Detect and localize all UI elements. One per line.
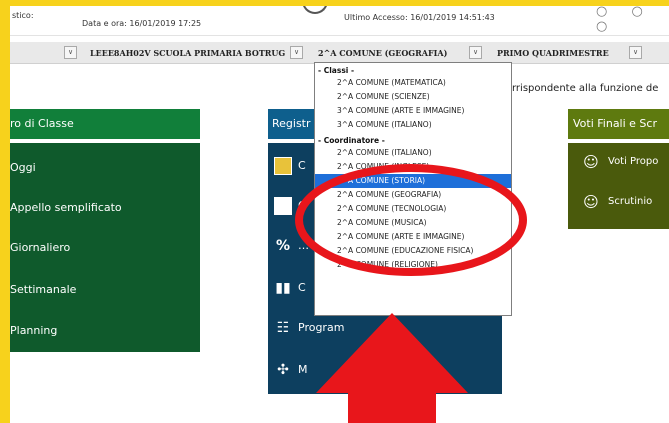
toolbar-icons[interactable]: ○ ○ ○	[596, 4, 669, 34]
dropdown-option-selected[interactable]: 2^A COMUNE (STORIA)	[315, 174, 511, 188]
dropdown-option[interactable]: 2^A COMUNE (SCIENZE)	[315, 90, 511, 104]
menu-item-scrutinio[interactable]: Scrutinio	[608, 196, 652, 207]
chevron-down-icon[interactable]: ∨	[64, 46, 77, 59]
program-tree-icon: ☷	[276, 320, 290, 336]
dropdown-option[interactable]: 2^A COMUNE (INGLESE)	[315, 160, 511, 174]
class-subject-chevron-icon[interactable]: ∨	[469, 46, 482, 59]
top-left-label: stico:	[12, 11, 34, 20]
school-select-chevron-icon[interactable]: ∨	[290, 46, 303, 59]
yellow-frame-left	[0, 0, 10, 423]
dropdown-option[interactable]: 2^A COMUNE (RELIGIONE)	[315, 258, 511, 272]
dropdown-option[interactable]: 3^A COMUNE (ARTE E IMMAGINE)	[315, 104, 511, 118]
menu-item-giornaliero[interactable]: Giornaliero	[10, 241, 70, 254]
selector-bar: ∨ LEEE8AH02V SCUOLA PRIMARIA BOTRUG ∨ 2^…	[10, 42, 669, 64]
calendar-icon	[274, 157, 292, 175]
dropdown-option[interactable]: 3^A COMUNE (ITALIANO)	[315, 118, 511, 132]
panel-voti-finali-header: Voti Finali e Scr	[568, 109, 669, 139]
user-icon: ☺	[583, 153, 599, 171]
panel-voti-finali: ☺ Voti Propo ☺ Scrutinio	[568, 143, 669, 229]
dropdown-option[interactable]: 2^A COMUNE (TECNOLOGIA)	[315, 202, 511, 216]
map-icon: ✣	[277, 362, 289, 378]
menu-item-appello[interactable]: Appello semplificato	[10, 201, 122, 214]
school-select[interactable]: LEEE8AH02V SCUOLA PRIMARIA BOTRUG	[90, 48, 285, 58]
period-chevron-icon[interactable]: ∨	[629, 46, 642, 59]
dropdown-group-classi: - Classi -	[318, 66, 355, 75]
notice-text: rrispondente alla funzione de	[512, 83, 659, 94]
panel-registro-classe: Oggi Appello semplificato Giornaliero Se…	[10, 143, 200, 352]
dropdown-option[interactable]: 2^A COMUNE (GEOGRAFIA)	[315, 188, 511, 202]
period-select[interactable]: PRIMO QUADRIMESTRE	[497, 48, 609, 58]
bar-chart-icon: ▮▮	[275, 280, 291, 296]
document-icon	[274, 197, 292, 215]
menu-item-registro-1[interactable]: C	[298, 159, 306, 172]
dropdown-option[interactable]: 2^A COMUNE (ITALIANO)	[315, 146, 511, 160]
last-access-label: Ultimo Accesso: 16/01/2019 14:51:43	[344, 13, 495, 22]
class-subject-select[interactable]: 2^A COMUNE (GEOGRAFIA)	[318, 48, 447, 58]
menu-item-registro-6[interactable]: M	[298, 363, 308, 376]
top-info-bar: stico: Data e ora: 16/01/2019 17:25 Ulti…	[10, 0, 669, 36]
class-subject-dropdown-list[interactable]: - Classi - 2^A COMUNE (MATEMATICA) 2^A C…	[314, 62, 512, 316]
dropdown-option[interactable]: 2^A COMUNE (ARTE E IMMAGINE)	[315, 230, 511, 244]
menu-item-oggi[interactable]: Oggi	[10, 161, 36, 174]
menu-item-registro-2[interactable]: C	[298, 199, 306, 212]
menu-item-planning[interactable]: Planning	[10, 324, 57, 337]
menu-item-settimanale[interactable]: Settimanale	[10, 283, 76, 296]
yellow-frame-top	[0, 0, 669, 6]
menu-item-registro-4[interactable]: C	[298, 281, 306, 294]
menu-item-voti-proposti[interactable]: Voti Propo	[608, 156, 658, 167]
dropdown-option[interactable]: 2^A COMUNE (EDUCAZIONE FISICA)	[315, 244, 511, 258]
panel-registro-classe-header: ro di Classe	[10, 109, 200, 139]
menu-item-programmazione[interactable]: Program	[298, 321, 344, 334]
grades-icon: %	[275, 238, 291, 254]
users-icon: ☺	[583, 193, 599, 211]
dropdown-option[interactable]: 2^A COMUNE (MUSICA)	[315, 216, 511, 230]
dropdown-option[interactable]: 2^A COMUNE (MATEMATICA)	[315, 76, 511, 90]
dropdown-group-coordinatore: - Coordinatore -	[318, 136, 385, 145]
date-time-label: Data e ora: 16/01/2019 17:25	[82, 19, 202, 28]
menu-item-registro-3[interactable]: …	[298, 239, 309, 252]
